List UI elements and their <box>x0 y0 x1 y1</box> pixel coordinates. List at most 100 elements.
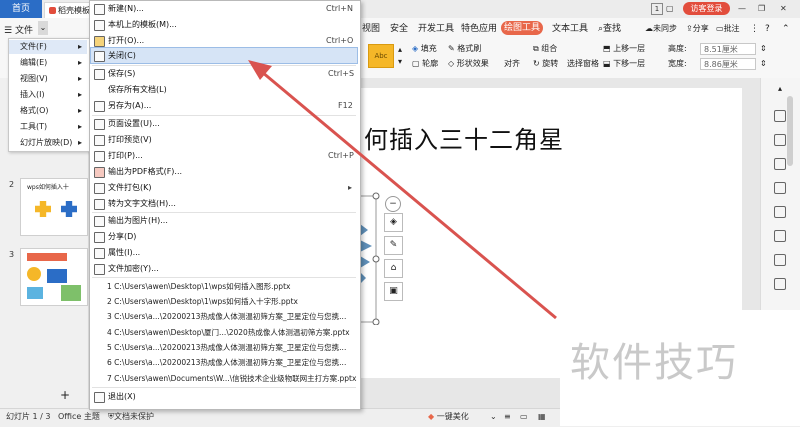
properties-icon[interactable] <box>774 110 786 122</box>
notes-icon[interactable]: ≡ <box>504 411 511 423</box>
menu-item-format[interactable]: 格式(O) <box>20 105 49 117</box>
menu-item-properties[interactable]: 属性(I)... <box>90 245 358 261</box>
menu-item-open[interactable]: 打开(O)... Ctrl+O <box>90 33 358 49</box>
menu-item-export-pdf[interactable]: 输出为PDF格式(F)... <box>90 164 358 180</box>
recent-file-item[interactable]: 2 C:\Users\awen\Desktop\1\wps如何插入十字形.ppt… <box>107 296 298 308</box>
shape-fill-icon[interactable]: ⌂ <box>384 259 403 278</box>
beautify-dropdown-icon[interactable]: ⌄ <box>490 411 497 423</box>
styles-icon[interactable] <box>774 134 786 146</box>
layers-icon[interactable]: ◈ <box>384 213 403 232</box>
tab-security[interactable]: 安全 <box>390 23 408 35</box>
share-button[interactable]: ⇪分享 <box>686 23 709 35</box>
skin-icon[interactable]: ▢ <box>666 3 674 15</box>
menu-item-exit[interactable]: 退出(X) <box>90 389 358 405</box>
maximize-icon[interactable]: ❐ <box>758 3 765 15</box>
slide-sorter-icon[interactable]: ▦ <box>538 411 546 423</box>
recent-file-item[interactable]: 1 C:\Users\awen\Desktop\1\wps如何插入图形.pptx <box>107 281 290 293</box>
recent-file-item[interactable]: 5 C:\Users\a...\20200213热成像人体测温初筛方案_卫星定位… <box>107 342 346 354</box>
menu-item-export-image[interactable]: 输出为图片(H)... <box>90 213 358 229</box>
menu-item-save-all[interactable]: 保存所有文档(L) <box>90 82 358 98</box>
login-button[interactable]: 访客登录 <box>683 2 730 15</box>
menu-item-close[interactable]: 关闭(C) <box>90 48 358 64</box>
menu-item-print-preview[interactable]: 打印预览(V) <box>90 132 358 148</box>
width-input[interactable]: 8.86厘米 <box>700 58 756 70</box>
settings-icon[interactable] <box>774 278 786 290</box>
resize-handle[interactable] <box>372 318 380 325</box>
menu-item-convert-to-text[interactable]: 转为文字文档(H)... <box>90 196 358 212</box>
recent-file-item[interactable]: 7 C:\Users\awen\Documents\W...\信锐技术企业级物联… <box>107 373 356 385</box>
menu-item-save[interactable]: 保存(S) Ctrl+S <box>90 66 358 82</box>
group-button[interactable]: ⧉ 组合 <box>533 43 557 55</box>
slide-thumbnail-2[interactable]: wps如何插入十 <box>20 178 88 236</box>
resize-handle[interactable] <box>372 255 380 263</box>
collapse-float-icon[interactable]: − <box>385 196 401 212</box>
styles-scroll-up-icon[interactable]: ▴ <box>398 44 402 56</box>
comment-button[interactable]: ▭批注 <box>716 23 740 35</box>
menu-item-view[interactable]: 视图(V) <box>20 73 48 85</box>
align-button[interactable]: 对齐 <box>504 58 520 70</box>
scrollbar-thumb[interactable] <box>787 96 793 166</box>
menu-item-print[interactable]: 打印(P)... Ctrl+P <box>90 148 358 164</box>
select-icon[interactable] <box>774 182 786 194</box>
bring-forward-button[interactable]: ⬒ 上移一层 <box>603 43 645 55</box>
select-pane-button[interactable]: 选择窗格 <box>567 58 599 70</box>
file-menu-button[interactable]: ☰ 文件 <box>4 23 33 36</box>
fill-button[interactable]: ◈ 填充 <box>412 43 437 55</box>
width-stepper[interactable]: ⇕ <box>760 58 767 70</box>
animation-icon[interactable] <box>774 158 786 170</box>
menu-item-local-templates[interactable]: 本机上的模板(M)... <box>90 17 358 33</box>
sync-status[interactable]: ☁未同步 <box>645 23 677 35</box>
outline-button[interactable]: ▢ 轮廓 <box>412 58 438 70</box>
minimize-icon[interactable]: — <box>738 3 746 15</box>
slide-title[interactable]: 何插入三十二角星 <box>364 120 564 155</box>
frame-icon[interactable]: ▣ <box>384 282 403 301</box>
more-icon[interactable]: ⋮ <box>750 23 759 35</box>
menu-item-tools[interactable]: 工具(T) <box>20 121 47 133</box>
menu-item-page-setup[interactable]: 页面设置(U)... <box>90 116 358 132</box>
menu-item-file[interactable]: 文件(F) <box>20 41 47 53</box>
recent-file-item[interactable]: 4 C:\Users\awen\Desktop\厦门...\2020热成像人体测… <box>107 327 350 339</box>
menu-label: 文件打包(K) <box>108 183 152 192</box>
tab-home[interactable]: 首页 <box>0 0 42 18</box>
tab-docer-templates[interactable]: 稻壳模板 <box>44 2 90 18</box>
help-icon[interactable]: ? <box>765 23 770 35</box>
menu-item-package[interactable]: 文件打包(K) ▸ <box>90 180 358 196</box>
styles-scroll-down-icon[interactable]: ▾ <box>398 56 402 68</box>
normal-view-icon[interactable]: ▭ <box>520 411 528 423</box>
menu-item-slideshow[interactable]: 幻灯片放映(D) <box>20 137 72 149</box>
pen-icon[interactable]: ✎ <box>384 236 403 255</box>
menu-item-edit[interactable]: 编辑(E) <box>20 57 47 69</box>
menu-item-save-as[interactable]: 另存为(A)... F12 <box>90 98 358 114</box>
backup-icon[interactable] <box>774 206 786 218</box>
tab-view[interactable]: 视图 <box>362 23 380 35</box>
shape-effects-button[interactable]: ◇ 形状效果 <box>448 58 489 70</box>
add-slide-icon[interactable]: + <box>60 388 70 402</box>
help-panel-icon[interactable] <box>774 254 786 266</box>
height-stepper[interactable]: ⇕ <box>760 43 767 55</box>
collapse-ribbon-icon[interactable]: ⌃ <box>782 23 790 35</box>
recent-file-item[interactable]: 6 C:\Users\a...\20200213热成像人体测温初筛方案_卫星定位… <box>107 357 346 369</box>
format-brush-button[interactable]: ✎ 格式刷 <box>448 43 481 55</box>
beautify-button[interactable]: ◆ 一键美化 <box>428 411 469 423</box>
slide-thumbnail-3[interactable] <box>20 248 88 306</box>
menu-item-new[interactable]: 新建(N)... Ctrl+N <box>90 1 358 17</box>
chevron-down-icon[interactable]: ⌄ <box>38 21 48 35</box>
tab-features[interactable]: 特色应用 <box>461 23 497 35</box>
share-panel-icon[interactable] <box>774 230 786 242</box>
shape-style-swatch[interactable]: Abc <box>368 44 394 68</box>
resize-handle[interactable] <box>372 192 380 200</box>
menu-item-encrypt[interactable]: 文件加密(Y)... <box>90 261 358 277</box>
menu-item-insert[interactable]: 插入(I) <box>20 89 45 101</box>
protection-status[interactable]: ⛨文档未保护 <box>108 411 154 423</box>
close-icon[interactable]: ✕ <box>780 3 787 15</box>
tab-drawing-tools[interactable]: 绘图工具 <box>501 21 543 35</box>
scroll-up-icon[interactable]: ▴ <box>778 84 782 93</box>
height-input[interactable]: 8.51厘米 <box>700 43 756 55</box>
send-backward-button[interactable]: ⬓ 下移一层 <box>603 58 645 70</box>
search-button[interactable]: ⌕查找 <box>598 23 621 35</box>
recent-file-item[interactable]: 3 C:\Users\a...\20200213热成像人体测温初筛方案_卫星定位… <box>107 311 346 323</box>
tab-developer[interactable]: 开发工具 <box>418 23 454 35</box>
menu-item-share[interactable]: 分享(D) <box>90 229 358 245</box>
tab-text-tools[interactable]: 文本工具 <box>552 23 588 35</box>
rotate-button[interactable]: ↻ 旋转 <box>533 58 558 70</box>
